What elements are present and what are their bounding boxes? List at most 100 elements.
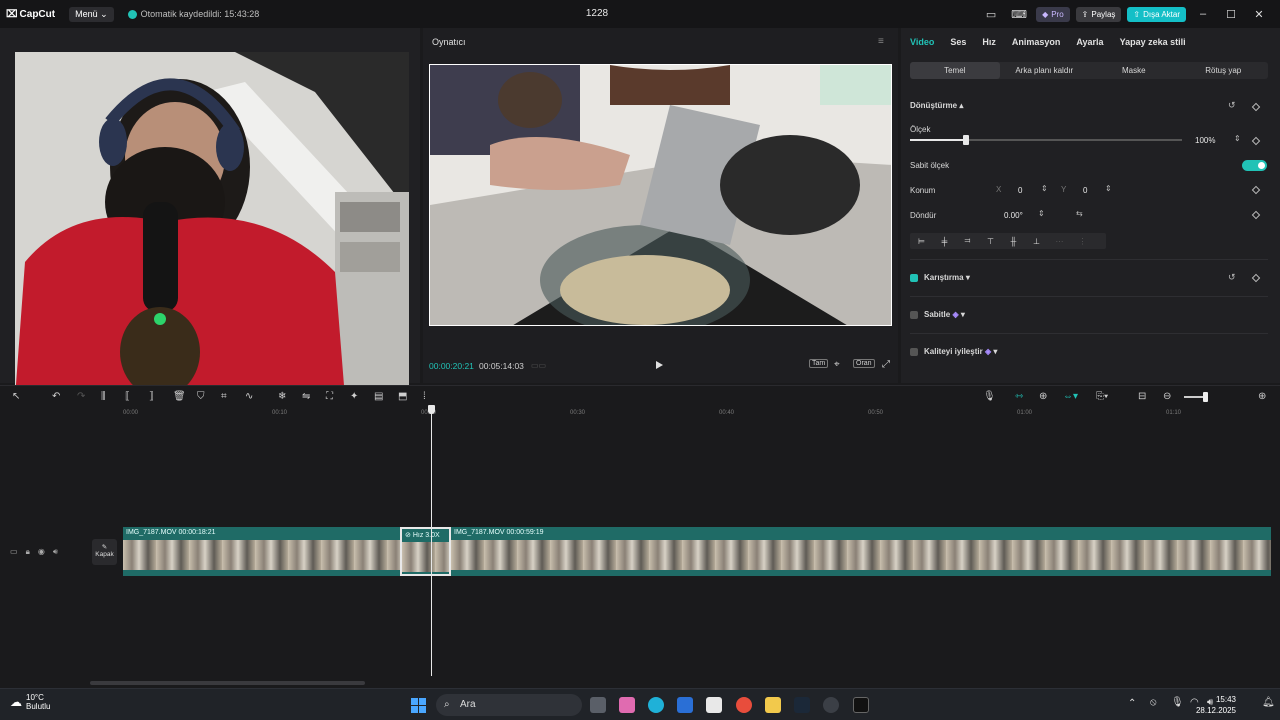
blend-checkbox[interactable] — [910, 274, 918, 282]
reset-icon[interactable]: ↺ — [1228, 100, 1236, 111]
chrome-icon[interactable] — [736, 697, 752, 713]
full-quality-button[interactable]: Tam — [809, 359, 829, 368]
weather-widget[interactable]: ☁ 10°C Bulutlu — [10, 693, 50, 711]
tab-ai-style[interactable]: Yapay zeka stili — [1120, 37, 1186, 47]
split-right-icon[interactable]: ⟧ — [149, 391, 154, 402]
enhance-section-title[interactable]: Kaliteyi iyileştir ◈ ▾ — [924, 347, 997, 356]
distribute-h-icon[interactable]: ⋯ — [1048, 237, 1071, 246]
minimize-icon[interactable]: – — [1192, 8, 1214, 20]
windows-start-icon[interactable] — [411, 698, 426, 713]
pos-y-input[interactable]: 0 — [1083, 186, 1087, 195]
playhead[interactable] — [431, 408, 432, 676]
freeze-icon[interactable]: ❄ — [278, 391, 286, 402]
capcut-taskbar-icon[interactable] — [853, 697, 869, 713]
pro-button[interactable]: ◆ Pro — [1036, 6, 1070, 22]
tab-speed[interactable]: Hız — [982, 37, 996, 47]
focus-icon[interactable]: ⌖ — [834, 359, 840, 370]
uniform-scale-toggle[interactable] — [1242, 160, 1267, 171]
subtitle-icon[interactable]: ▤ — [374, 391, 383, 402]
speaker-icon[interactable]: 🔊︎ — [53, 547, 58, 557]
align-bottom-icon[interactable]: ⊥ — [1025, 237, 1048, 246]
microphone-icon[interactable]: 🎙 — [1171, 697, 1184, 708]
keyframe-icon[interactable] — [1251, 136, 1261, 146]
magic-wand-icon[interactable]: ✦ — [350, 391, 358, 402]
align-left-icon[interactable]: ⊨ — [910, 237, 933, 246]
taskbar-search[interactable]: ⌕ Ara — [436, 694, 582, 716]
subtab-remove-bg[interactable]: Arka planı kaldır — [1000, 62, 1090, 79]
close-icon[interactable]: ✕ — [1248, 8, 1270, 21]
mirror-icon[interactable]: ⇋ — [302, 391, 310, 402]
audio-split-icon[interactable]: ⁞ — [423, 391, 426, 402]
copilot-icon[interactable] — [619, 697, 635, 713]
stabilize-section-title[interactable]: Sabitle ◈ ▾ — [924, 310, 965, 319]
maximize-icon[interactable]: ☐ — [1220, 8, 1242, 21]
scale-value[interactable]: 100% — [1195, 136, 1215, 145]
export-button[interactable]: ⇧ Dışa Aktar — [1127, 6, 1186, 22]
track-thumbnail-icon[interactable]: ▭ — [10, 547, 18, 557]
keyframe-icon[interactable] — [1251, 102, 1261, 112]
ratio-button[interactable]: Oran — [853, 359, 875, 368]
stepper-icon[interactable]: ⇕ — [1041, 184, 1048, 193]
taskbar-clock[interactable]: 15:43 28.12.2025 — [1196, 694, 1236, 716]
tab-adjust[interactable]: Ayarla — [1076, 37, 1103, 47]
select-tool-icon[interactable]: ↖ — [12, 391, 20, 402]
lock-icon[interactable]: 🔒︎ — [26, 547, 30, 557]
file-explorer-icon[interactable] — [765, 697, 781, 713]
redo-icon[interactable]: ↷ — [77, 391, 85, 402]
network-off-icon[interactable]: ⦸ — [1150, 697, 1157, 708]
auto-snap-icon[interactable]: ⊕ — [1039, 391, 1047, 402]
edge-icon[interactable] — [648, 697, 664, 713]
notification-bell-icon[interactable]: 🔔︎ — [1262, 697, 1275, 708]
distribute-v-icon[interactable]: ⋮ — [1071, 237, 1094, 246]
outlook-icon[interactable] — [677, 697, 693, 713]
delete-icon[interactable]: 🗑 — [173, 391, 186, 402]
cover-button[interactable]: ✎ Kapak — [92, 539, 117, 565]
shortcut-icon[interactable]: ⌨ — [1008, 8, 1030, 21]
tab-audio[interactable]: Ses — [950, 37, 966, 47]
timecode-mode-icon[interactable]: ▭▭ — [531, 361, 546, 370]
undo-icon[interactable]: ↶ — [52, 391, 60, 402]
rotate-input[interactable]: 0.00° — [1004, 211, 1023, 220]
enhance-checkbox[interactable] — [910, 348, 918, 356]
fit-icon[interactable]: ⊟ — [1138, 391, 1146, 402]
hamburger-menu-icon[interactable]: ≡ — [878, 36, 884, 47]
timeline-scrollbar[interactable] — [90, 681, 365, 685]
tab-animation[interactable]: Animasyon — [1012, 37, 1061, 47]
stepper-icon[interactable]: ⇕ — [1038, 209, 1045, 218]
share-button[interactable]: ⇪ Paylaş — [1075, 6, 1122, 22]
subtab-retouch[interactable]: Rötuş yap — [1179, 62, 1269, 79]
stepper-icon[interactable]: ⇕ — [1105, 184, 1112, 193]
video-clip-selected[interactable]: ⊘ Hız 3.0X — [400, 527, 451, 576]
zoom-out-icon[interactable]: ⊖ — [1163, 391, 1171, 402]
tab-video[interactable]: Video — [910, 37, 934, 47]
chevron-up-icon[interactable]: ⌃ — [1128, 698, 1136, 709]
layout-icon[interactable]: ▭ — [980, 8, 1002, 21]
stabilize-checkbox[interactable] — [910, 311, 918, 319]
linkage-icon[interactable]: ⇔▾ — [1063, 391, 1078, 402]
shield-icon[interactable]: ⛉ — [197, 391, 205, 402]
keyframe-icon[interactable] — [1251, 273, 1261, 283]
blend-section-title[interactable]: Karıştırma ▾ — [924, 273, 970, 282]
keyframe-icon[interactable] — [1251, 185, 1261, 195]
play-icon[interactable] — [656, 361, 663, 369]
subtab-mask[interactable]: Maske — [1089, 62, 1179, 79]
keyframe-icon[interactable] — [1251, 210, 1261, 220]
task-view-icon[interactable] — [590, 697, 606, 713]
preview-axis-icon[interactable]: ⎘▾ — [1096, 391, 1108, 402]
steam-icon[interactable] — [794, 697, 810, 713]
speed-curve-icon[interactable]: ∿ — [245, 391, 253, 402]
auto-reframe-icon[interactable]: ⛶ — [326, 391, 333, 402]
split-left-icon[interactable]: ⟦ — [125, 391, 130, 402]
video-clip[interactable]: IMG_7187.MOV 00:00:59:19 — [451, 527, 1271, 576]
align-top-icon[interactable]: ⊤ — [979, 237, 1002, 246]
subtab-basic[interactable]: Temel — [910, 62, 1000, 79]
stepper-icon[interactable]: ⇕ — [1234, 134, 1241, 143]
eye-icon[interactable]: ◉ — [38, 547, 45, 557]
zoom-slider-handle[interactable] — [1203, 392, 1208, 402]
align-center-v-icon[interactable]: ╫ — [1002, 237, 1025, 246]
main-track-magnet-icon[interactable]: ⇿ — [1015, 391, 1023, 402]
split-icon[interactable]: ⫼ — [101, 391, 106, 402]
video-preview[interactable] — [429, 64, 892, 326]
timeline-ruler[interactable]: 00:00 00:10 00:20 00:30 00:40 00:50 01:0… — [120, 408, 1280, 420]
reset-icon[interactable]: ↺ — [1228, 272, 1236, 283]
